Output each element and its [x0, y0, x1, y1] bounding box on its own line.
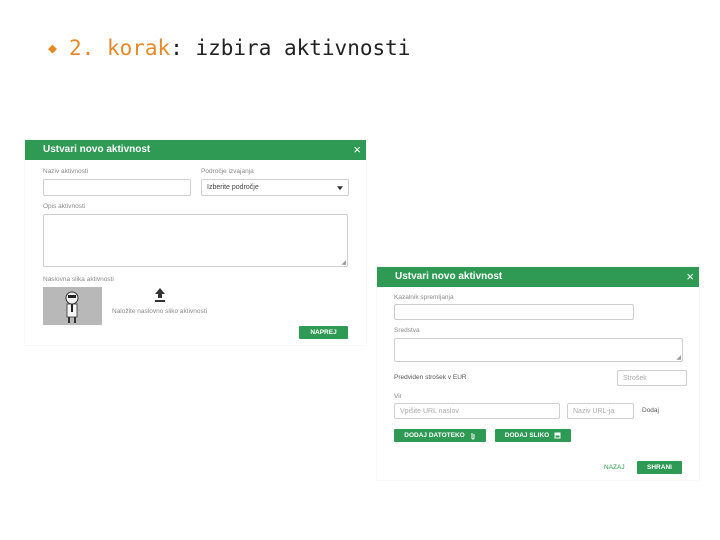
create-activity-dialog-step1: Ustvari novo aktivnost × Naziv aktivnost… [25, 140, 366, 345]
avatar-placeholder-icon [65, 291, 79, 323]
description-textarea[interactable]: ◢ [43, 214, 348, 267]
activity-name-label: Naziv aktivnosti [43, 168, 89, 175]
next-button-label: NAPREJ [310, 329, 337, 336]
activity-name-input[interactable] [43, 179, 191, 196]
slide-title-topic: izbira aktivnosti [182, 36, 411, 60]
indicator-label: Kazalnik spremljanja [394, 294, 454, 301]
cost-label: Predviden strošek v EUR [394, 374, 467, 381]
back-button[interactable]: NAZAJ [604, 464, 625, 471]
avatar [43, 287, 102, 325]
upload-text[interactable]: Naložite naslovno sliko aktivnosti [112, 308, 207, 315]
area-select[interactable]: Izberite področje [201, 179, 349, 196]
dialog-title: Ustvari novo aktivnost [395, 271, 503, 282]
link-label: Vir [394, 393, 402, 400]
resources-label: Sredstva [394, 327, 420, 334]
save-button[interactable]: SHRANI [637, 461, 682, 474]
next-button[interactable]: NAPREJ [299, 326, 348, 339]
cost-placeholder: Strošek [623, 374, 647, 382]
resources-textarea[interactable]: ◢ [394, 338, 683, 362]
add-image-button-label: DODAJ SLIKO [504, 432, 550, 439]
add-link[interactable]: Dodaj [642, 407, 659, 414]
slide-title-step: 2. korak [69, 36, 171, 60]
slide-title: ◆ 2. korak: izbira aktivnosti [48, 36, 410, 60]
add-file-button-label: DODAJ DATOTEKO [404, 432, 465, 439]
add-image-button[interactable]: DODAJ SLIKO [495, 429, 571, 442]
url-placeholder: Vpišite URL naslov [400, 407, 459, 415]
dialog-title: Ustvari novo aktivnost [43, 144, 151, 155]
diamond-bullet-icon: ◆ [48, 39, 58, 57]
url-input[interactable]: Vpišite URL naslov [394, 403, 560, 419]
description-label: Opis aktivnosti [43, 203, 86, 210]
add-file-button[interactable]: DODAJ DATOTEKO [394, 429, 486, 442]
indicator-input[interactable] [394, 304, 634, 320]
image-label: Naslovna slika aktivnosti [43, 276, 114, 283]
dialog-header: Ustvari novo aktivnost × [25, 140, 366, 160]
image-icon [554, 432, 561, 439]
close-icon[interactable]: × [353, 140, 361, 160]
area-select-value: Izberite področje [207, 184, 259, 191]
upload-icon[interactable] [153, 287, 167, 303]
paperclip-icon [471, 432, 475, 439]
create-activity-dialog-step2: Ustvari novo aktivnost × Kazalnik spreml… [377, 267, 699, 480]
dialog-header: Ustvari novo aktivnost × [377, 267, 699, 287]
area-label: Področje izvajanja [201, 168, 254, 175]
cost-input[interactable]: Strošek [617, 370, 687, 386]
resize-handle-icon[interactable]: ◢ [676, 354, 681, 361]
url-name-input[interactable]: Naziv URL-ja [567, 403, 634, 419]
close-icon[interactable]: × [686, 267, 694, 287]
slide-title-colon: : [170, 36, 183, 60]
url-name-placeholder: Naziv URL-ja [573, 407, 615, 415]
resize-handle-icon[interactable]: ◢ [341, 259, 346, 266]
save-button-label: SHRANI [647, 464, 672, 471]
chevron-down-icon [337, 185, 343, 190]
